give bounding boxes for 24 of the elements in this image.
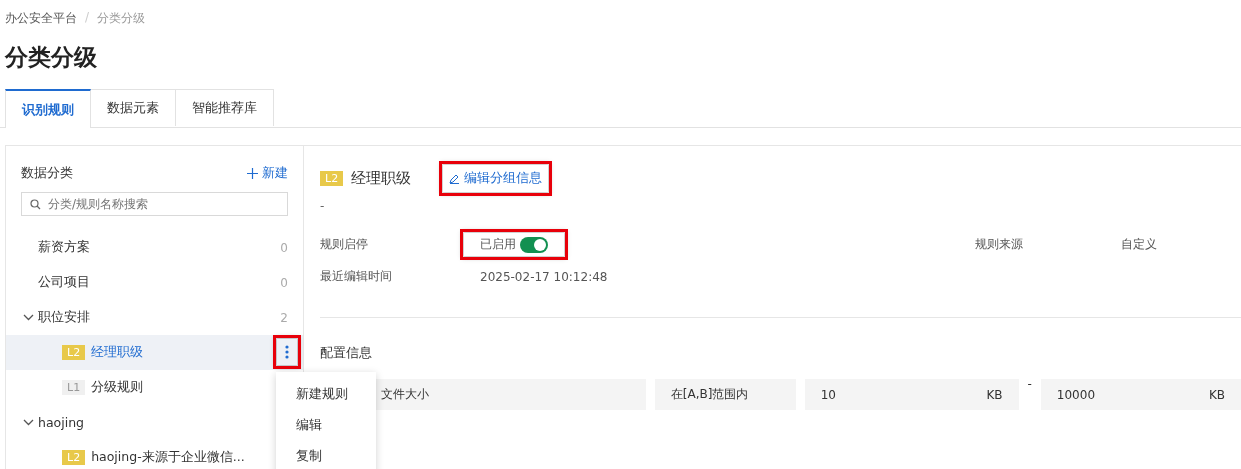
breadcrumb-separator: / (85, 10, 90, 26)
field-label: 最近编辑时间 (320, 268, 393, 285)
item-label: 分级规则 (91, 379, 144, 396)
field-value: 2025-02-17 10:12:48 (480, 269, 609, 284)
status-text: 已启用 (480, 236, 516, 253)
item-label: haojing-来源于企业微信... (91, 449, 245, 466)
item-label: 经理职级 (91, 344, 144, 361)
level-badge: L2 (62, 450, 86, 465)
breadcrumb-item: 分类分级 (97, 10, 146, 27)
field-label: 规则启停 (320, 236, 369, 253)
group-title: 经理职级 (351, 168, 412, 188)
sidebar-title: 数据分类 (21, 164, 73, 182)
description: - (320, 199, 326, 215)
item-count: 0 (280, 275, 288, 290)
page-title: 分类分级 (3, 43, 98, 72)
range-separator: - (1027, 377, 1032, 391)
field-value: 自定义 (1121, 236, 1158, 253)
level-badge: L2 (62, 345, 86, 360)
section-title: 配置信息 (320, 344, 373, 362)
field-label: 规则来源 (975, 236, 1024, 253)
level-badge: L2 (320, 170, 344, 186)
item-count: 2 (280, 310, 288, 325)
item-count: 0 (280, 240, 288, 255)
level-badge: L1 (62, 380, 86, 395)
